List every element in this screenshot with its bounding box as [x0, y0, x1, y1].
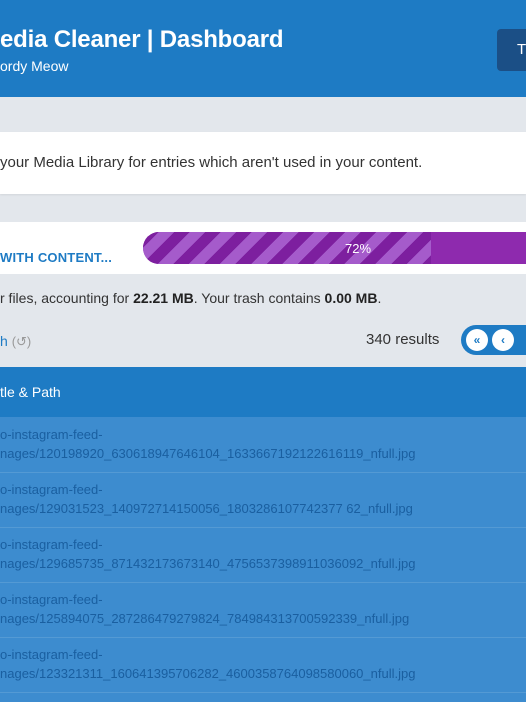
row-path-line2[interactable]: nages/125894075_287286479279824_78498431… [0, 611, 409, 626]
scan-summary: r files, accounting for 22.21 MB. Your t… [0, 290, 381, 306]
results-count: 340 results [366, 331, 440, 348]
progress-status-label: WITH CONTENT... [0, 250, 113, 265]
row-path-line1: o-instagram-feed- [0, 592, 103, 607]
trash-count: (↺) [11, 334, 32, 349]
table-row[interactable]: o-instagram-feed- nages/123321311_160641… [0, 637, 526, 693]
summary-middle: . Your trash contains [193, 290, 325, 306]
progress-percent: 72% [344, 240, 372, 256]
table-row[interactable]: o-instagram-feed- nages/129031523_140972… [0, 472, 526, 528]
info-card: your Media Library for entries which are… [0, 132, 526, 194]
trash-tab[interactable]: h (↺) [0, 333, 31, 350]
table-body: o-instagram-feed- nages/120198920_630618… [0, 417, 526, 702]
summary-suffix: . [377, 290, 382, 306]
progress-card: WITH CONTENT... 72% [0, 222, 526, 274]
prev-page-button[interactable]: ‹ [492, 329, 514, 351]
row-path-line2[interactable]: nages/120198920_630618947646104_16336671… [0, 446, 415, 461]
pagination: « ‹ [461, 325, 526, 355]
row-path-line1: o-instagram-feed- [0, 647, 103, 662]
table-row[interactable]: o-instagram-feed- nages/129685735_871432… [0, 527, 526, 583]
table-row[interactable]: o-instagram-feed- nages/125894075_287286… [0, 582, 526, 638]
app-author: ordy Meow [0, 58, 69, 74]
progress-bar: 72% [143, 232, 526, 264]
header-action-button[interactable]: T [497, 29, 526, 71]
app-header: edia Cleaner | Dashboard ordy Meow T [0, 0, 526, 97]
page-title: edia Cleaner | Dashboard [0, 26, 284, 53]
row-path-line1: o-instagram-feed- [0, 482, 103, 497]
row-path-line2[interactable]: nages/129685735_871432173673140_47565373… [0, 556, 415, 571]
column-title-path[interactable]: tle & Path [0, 384, 61, 400]
table-row[interactable]: o-instagram-feed- nages/120198920_630618… [0, 417, 526, 473]
summary-trash-size: 0.00 MB [324, 290, 378, 306]
table-header: tle & Path [0, 367, 526, 417]
first-page-button[interactable]: « [466, 329, 488, 351]
row-path-line1: o-instagram-feed- [0, 427, 103, 442]
info-text: your Media Library for entries which are… [0, 154, 423, 171]
row-path-line2[interactable]: nages/129031523_140972714150056_18032861… [0, 501, 413, 516]
summary-prefix: r files, accounting for [0, 290, 134, 306]
row-path-line2[interactable]: nages/123321311_160641395706282_46003587… [0, 666, 415, 681]
row-path-line1: o-instagram-feed- [0, 537, 103, 552]
trash-link-label[interactable]: h [0, 333, 8, 349]
summary-size: 22.21 MB [133, 290, 194, 306]
